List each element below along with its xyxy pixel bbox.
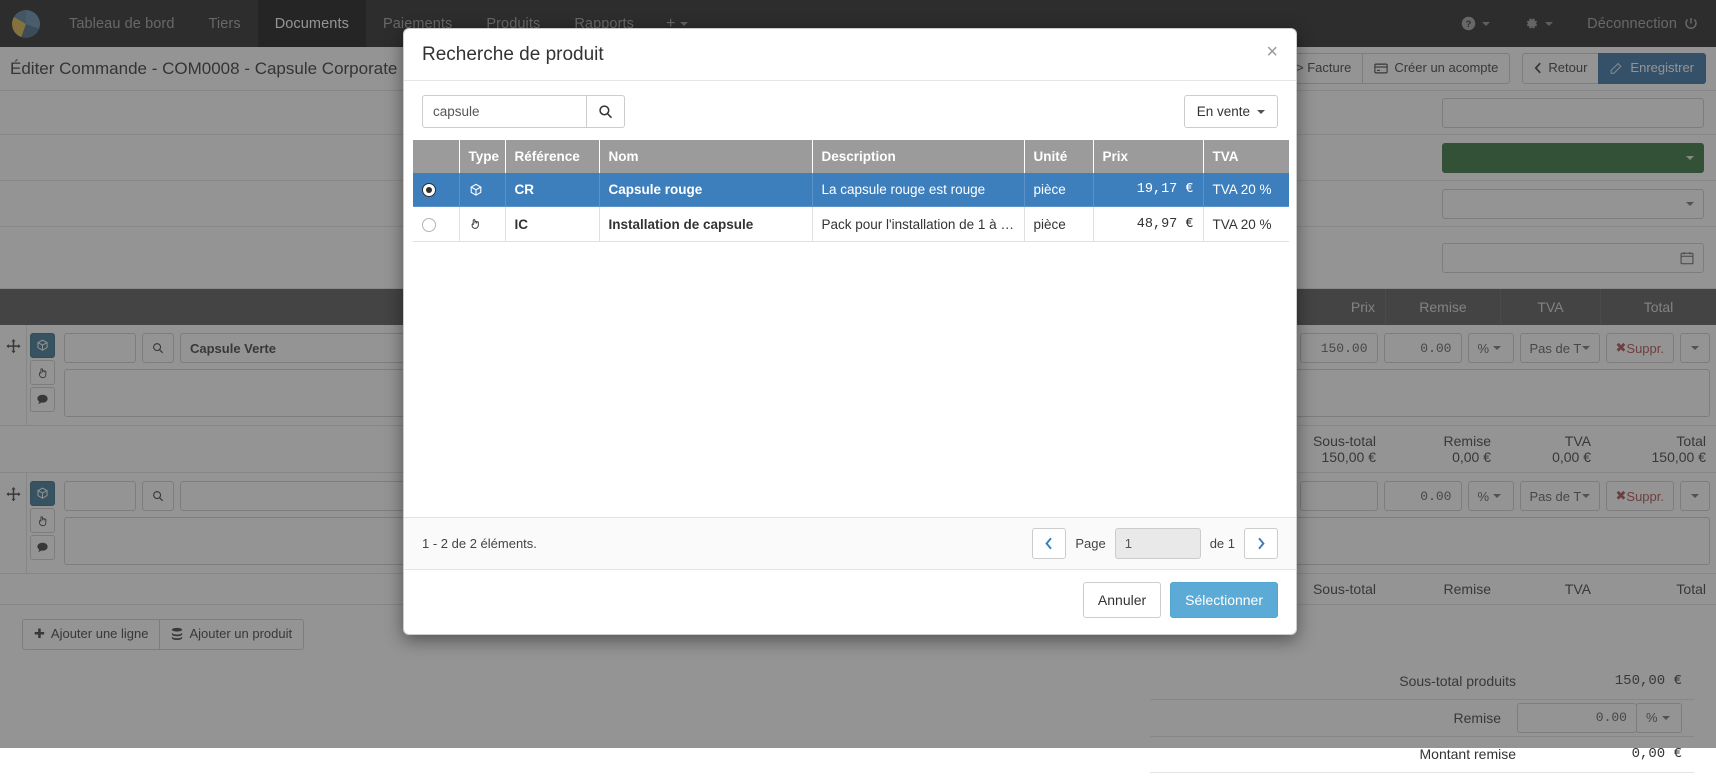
row-reference: IC: [505, 207, 599, 241]
col-header-description: Description: [812, 140, 1024, 173]
row-radio-cell[interactable]: [413, 173, 459, 207]
col-header-nom: Nom: [599, 140, 812, 173]
row-type-cell: [459, 173, 505, 207]
row-type-cell: [459, 207, 505, 241]
table-row[interactable]: CR Capsule rouge La capsule rouge est ro…: [413, 173, 1289, 207]
filter-label: En vente: [1197, 104, 1250, 119]
col-header-type: Type: [459, 140, 505, 173]
col-header-reference: Référence: [505, 140, 599, 173]
radio-button[interactable]: [422, 218, 436, 232]
results-tbody: CR Capsule rouge La capsule rouge est ro…: [413, 173, 1289, 241]
totals-label: Montant remise: [1420, 746, 1532, 762]
row-nom: Capsule rouge: [599, 173, 812, 207]
col-header-select: [413, 140, 459, 173]
prev-page-button[interactable]: [1032, 528, 1066, 559]
row-nom: Installation de capsule: [599, 207, 812, 241]
page-label: Page: [1075, 536, 1105, 551]
row-prix: 48,97 €: [1093, 207, 1203, 241]
modal-title: Recherche de produit: [422, 44, 1278, 66]
pagination-controls: Page de 1: [1032, 528, 1278, 559]
search-input[interactable]: [422, 95, 587, 128]
col-header-tva: TVA: [1203, 140, 1289, 173]
row-tva: TVA 20 %: [1203, 173, 1289, 207]
modal-body: En vente Type Référence Nom Description …: [404, 81, 1296, 517]
row-unite: pièce: [1024, 207, 1093, 241]
page-total-label: de 1: [1210, 536, 1235, 551]
search-icon[interactable]: [587, 95, 625, 128]
close-icon[interactable]: ×: [1266, 42, 1278, 62]
select-button[interactable]: Sélectionner: [1170, 582, 1278, 618]
page-number-input[interactable]: [1115, 528, 1201, 559]
product-search-modal: Recherche de produit × En vente Type Réf…: [403, 28, 1297, 635]
results-empty-space: [413, 242, 1287, 517]
cube-icon: [469, 183, 496, 197]
col-header-prix: Prix: [1093, 140, 1203, 173]
radio-button[interactable]: [422, 183, 436, 197]
row-description: La capsule rouge est rouge: [812, 173, 1024, 207]
results-pagination-bar: 1 - 2 de 2 éléments. Page de 1: [404, 517, 1296, 569]
hand-icon: [469, 217, 496, 231]
results-thead: Type Référence Nom Description Unité Pri…: [413, 140, 1289, 173]
table-row[interactable]: IC Installation de capsule Pack pour l'i…: [413, 207, 1289, 241]
row-radio-cell[interactable]: [413, 207, 459, 241]
sale-filter-dropdown[interactable]: En vente: [1184, 95, 1278, 128]
results-header-row: Type Référence Nom Description Unité Pri…: [413, 140, 1289, 173]
caret-down-icon: [1257, 110, 1265, 114]
cancel-button[interactable]: Annuler: [1083, 582, 1161, 618]
col-header-unite: Unité: [1024, 140, 1093, 173]
row-reference: CR: [505, 173, 599, 207]
row-description: Pack pour l'installation de 1 à 5 c…: [812, 207, 1024, 241]
totals-value: 0,00 €: [1532, 746, 1682, 762]
next-page-button[interactable]: [1244, 528, 1278, 559]
search-bar: En vente: [413, 95, 1287, 140]
row-tva: TVA 20 %: [1203, 207, 1289, 241]
modal-footer: Annuler Sélectionner: [404, 569, 1296, 634]
row-unite: pièce: [1024, 173, 1093, 207]
product-results-table: Type Référence Nom Description Unité Pri…: [413, 140, 1289, 242]
results-count: 1 - 2 de 2 éléments.: [422, 536, 537, 551]
row-prix: 19,17 €: [1093, 173, 1203, 207]
modal-header: Recherche de produit ×: [404, 29, 1296, 81]
